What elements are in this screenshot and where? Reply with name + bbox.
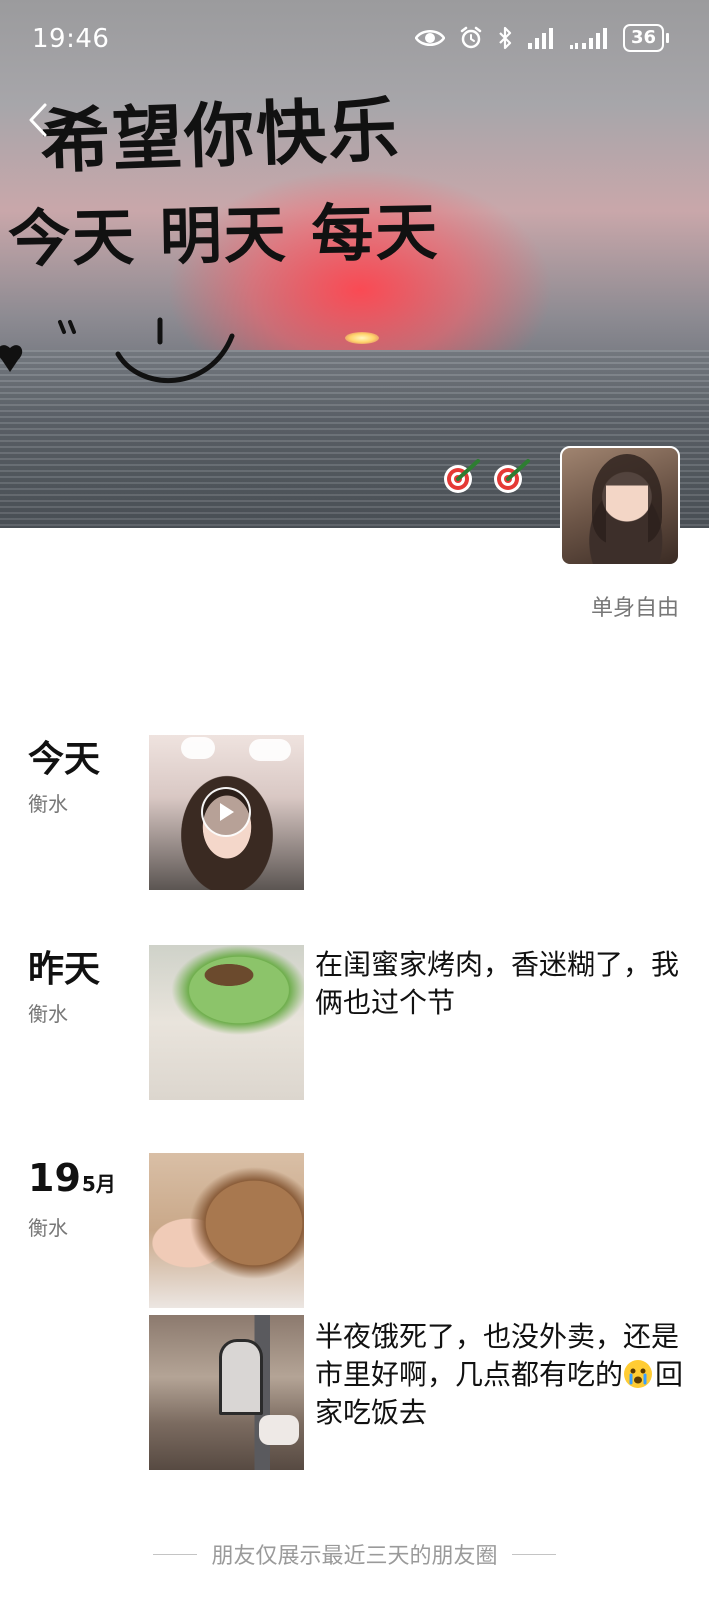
day-number: 19 — [28, 1156, 81, 1200]
room-window-decor — [219, 1339, 263, 1415]
day-label: 今天 — [28, 739, 101, 780]
footer-note-text: 朋友仅展示最近三天的朋友圈 — [211, 1544, 498, 1569]
bluetooth-icon — [499, 26, 512, 50]
battery-level: 36 — [622, 24, 664, 52]
signal-icon — [569, 28, 607, 49]
sticker-bubble — [249, 739, 291, 761]
sun-decor — [345, 332, 379, 344]
avatar-hair-decor — [592, 454, 662, 544]
play-icon — [220, 803, 234, 821]
battery-tip — [666, 33, 669, 43]
footer-note: 朋友仅展示最近三天的朋友圈 — [0, 1538, 709, 1570]
cover-caption-line1: 希望你快乐 — [38, 87, 402, 184]
crying-face-emoji — [624, 1360, 653, 1388]
chevron-left-icon — [29, 103, 47, 137]
footer-divider — [511, 1553, 556, 1555]
post-location: 衡水 — [28, 792, 68, 816]
post-text[interactable]: 在闺蜜家烤肉，香迷糊了，我俩也过个节 — [315, 946, 685, 1022]
profile-signature: 单身自由 — [590, 596, 679, 621]
moments-profile-page: 希望你快乐 今天 明天 每天 19:46 36 单身自由 今天 衡水 昨天 衡水… — [0, 0, 709, 1600]
status-bar: 19:46 36 — [0, 0, 709, 80]
dart-decor — [442, 455, 532, 495]
day-month: 5月 — [81, 1172, 116, 1196]
smiley-icon — [58, 317, 235, 384]
dart-target-icon — [444, 459, 480, 493]
status-time: 19:46 — [32, 24, 110, 54]
post-location: 衡水 — [28, 1002, 68, 1026]
heart-icon — [0, 345, 23, 372]
post-text[interactable]: 半夜饿死了，也没外卖，还是市里好啊，几点都有吃的 回家吃饭去 — [315, 1318, 685, 1432]
sticker-bubble — [181, 737, 215, 759]
footer-divider — [153, 1553, 198, 1555]
post-date-yesterday: 昨天 衡水 — [28, 948, 138, 1027]
room-chair-decor — [259, 1415, 299, 1445]
avatar[interactable] — [560, 446, 680, 566]
dart-target-icon — [494, 459, 530, 493]
post-photo-thumbnail[interactable] — [149, 945, 304, 1100]
post-date-may-19: 195月 衡水 — [28, 1156, 138, 1241]
eye-icon — [414, 30, 445, 46]
day-date: 195月 — [28, 1156, 138, 1206]
back-button[interactable] — [20, 100, 56, 140]
signal-icon — [527, 28, 553, 49]
day-label: 昨天 — [28, 949, 101, 990]
post-photo-thumbnail[interactable] — [149, 1153, 304, 1308]
post-location: 衡水 — [28, 1216, 68, 1240]
battery-indicator: 36 — [622, 24, 669, 52]
cover-caption-line2: 今天 明天 每天 — [7, 195, 440, 276]
cover-doodle — [0, 317, 235, 384]
play-button[interactable] — [201, 787, 251, 837]
alarm-icon — [460, 26, 482, 49]
post-date-today: 今天 衡水 — [28, 738, 138, 817]
post-photo-thumbnail[interactable] — [149, 1315, 304, 1470]
status-icons: 36 — [414, 24, 669, 52]
post-video-thumbnail[interactable] — [149, 735, 304, 890]
